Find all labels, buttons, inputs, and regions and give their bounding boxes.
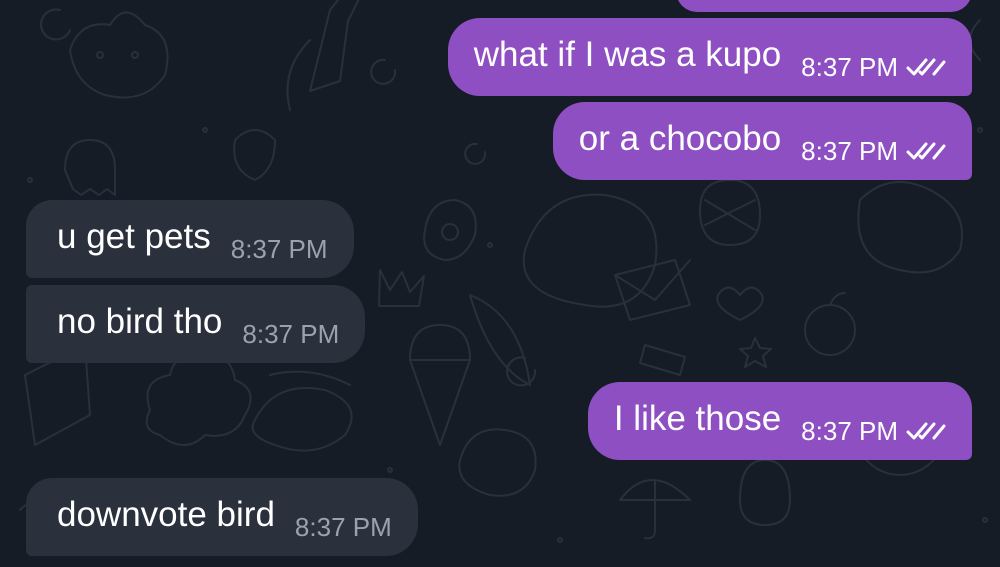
read-double-check-icon [906, 422, 946, 440]
message-outgoing[interactable]: or a chocobo 8:37 PM [552, 102, 972, 180]
message-incoming[interactable]: u get pets 8:37 PM [26, 200, 354, 278]
message-text: what if I was a kupo [473, 34, 782, 74]
message-time: 8:37 PM [242, 319, 340, 349]
chat-history[interactable]: what if I was a kupo 8:37 PM or a chocob… [0, 0, 1000, 567]
message-text: I like those [613, 398, 782, 438]
message-outgoing[interactable]: what if I was a kupo 8:37 PM [447, 18, 972, 96]
message-incoming[interactable]: downvote bird 8:37 PM [26, 478, 418, 556]
message-time: 8:37 PM [801, 52, 898, 82]
message-time: 8:37 PM [801, 136, 898, 166]
message-bubble-partial[interactable] [676, 0, 972, 12]
message-time: 8:37 PM [230, 234, 328, 264]
read-double-check-icon [906, 142, 946, 160]
message-time: 8:37 PM [801, 416, 898, 446]
message-incoming[interactable]: no bird tho 8:37 PM [26, 285, 366, 363]
message-outgoing[interactable]: I like those 8:37 PM [587, 382, 972, 460]
message-text: no bird tho [57, 301, 223, 341]
read-double-check-icon [906, 58, 946, 76]
message-text: downvote bird [57, 494, 275, 534]
message-text: or a chocobo [578, 118, 782, 158]
message-text: u get pets [57, 216, 211, 256]
message-time: 8:37 PM [294, 512, 392, 542]
